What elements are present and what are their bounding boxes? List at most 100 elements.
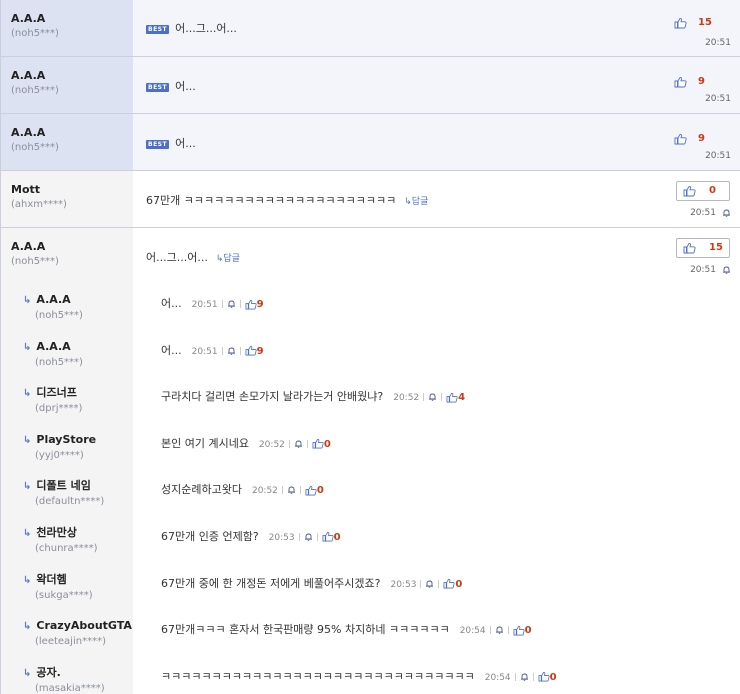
like-count: 9 — [256, 299, 264, 310]
author-id: (noh5***) — [11, 142, 59, 153]
reply-row: ↳ CrazyAboutGTA (leeteajin****) 67만개ㅋㅋㅋ 혼… — [1, 610, 740, 658]
thumbs-up-icon[interactable] — [538, 671, 550, 682]
like-count: 15 — [698, 17, 712, 28]
reply-row: ↳ 공자. (masakia****) ㅋㅋㅋㅋㅋㅋㅋㅋㅋㅋㅋㅋㅋㅋㅋㅋㅋㅋㅋㅋㅋ… — [1, 656, 740, 694]
author-id: (leeteajin****) — [35, 636, 106, 648]
author-nick[interactable]: Mott — [11, 183, 133, 197]
reply-row: ↳ 왁더헴 (sukga****) 67만개 중에 한 개정돈 저에게 베풀어주시… — [1, 563, 740, 612]
author-block: ↳ A.A.A (noh5***) — [1, 284, 133, 331]
thumbs-up-icon[interactable] — [245, 299, 257, 310]
report-bell-icon[interactable] — [227, 300, 236, 308]
thumbs-up-icon — [683, 185, 696, 197]
reply-text: 어... — [161, 297, 182, 310]
report-bell-icon[interactable] — [495, 626, 504, 634]
report-bell-icon[interactable] — [722, 266, 731, 274]
reply-content: 67만개 인증 언제함? 20:53 0 — [161, 517, 740, 564]
report-bell-icon[interactable] — [425, 580, 434, 588]
like-button[interactable]: 15 — [676, 238, 730, 258]
report-bell-icon[interactable] — [722, 209, 731, 217]
comment-time: 20:51 — [690, 208, 716, 218]
reply-text: 성지순례하고왓다 — [161, 483, 242, 497]
author-block: ↳ CrazyAboutGTA (leeteajin****) — [1, 610, 133, 657]
author-block: A.A.A (noh5***) — [1, 228, 133, 284]
author-block: ↳ 디폴트 네임 (defaultn****) — [1, 470, 133, 517]
reply-row: ↳ 천라만상 (chunra****) 67만개 인증 언제함? 20:53 0 — [1, 516, 740, 565]
author-nick[interactable]: A.A.A — [11, 12, 133, 26]
thumbs-up-icon — [674, 76, 687, 88]
like-count: 0 — [455, 578, 463, 590]
thumbs-up-icon[interactable] — [446, 392, 458, 403]
author-nick[interactable]: A.A.A — [11, 69, 133, 83]
author-block: ↳ 공자. (masakia****) — [1, 656, 133, 694]
thumbs-up-icon[interactable] — [513, 625, 525, 636]
thumbs-up-icon — [674, 17, 687, 29]
author-nick[interactable]: 왁더헴 — [36, 573, 66, 586]
like-count: 15 — [709, 242, 723, 253]
reply-content: 성지순례하고왓다 20:52 0 — [161, 470, 740, 517]
like-button[interactable]: 9 — [666, 73, 722, 93]
thumbs-up-icon[interactable] — [312, 438, 324, 449]
reply-arrow-icon: ↳ — [23, 434, 32, 446]
like-count: 0 — [709, 185, 716, 196]
reply-time: 20:52 — [258, 439, 285, 450]
comment-time: 20:51 — [705, 38, 731, 48]
author-nick[interactable]: 디즈너프 — [36, 386, 76, 399]
report-bell-icon[interactable] — [428, 393, 437, 401]
author-nick[interactable]: PlayStore — [36, 433, 96, 446]
thumbs-up-icon[interactable] — [245, 345, 257, 356]
author-nick[interactable]: 디폴트 네임 — [36, 479, 90, 492]
author-id: (noh5***) — [11, 85, 59, 96]
report-bell-icon[interactable] — [287, 486, 296, 495]
report-bell-icon[interactable] — [294, 440, 303, 448]
reply-content: 어... 20:51 9 — [161, 284, 740, 331]
author-block: A.A.A (noh5***) — [1, 57, 133, 113]
author-nick[interactable]: CrazyAboutGTA — [36, 619, 132, 632]
author-nick[interactable]: A.A.A — [36, 293, 70, 306]
author-block: ↳ 디즈너프 (dprj****) — [1, 377, 133, 424]
reply-time: 20:54 — [459, 626, 486, 637]
report-bell-icon[interactable] — [520, 673, 529, 681]
comment-content: 어...그...어... ↳답글 — [146, 228, 740, 284]
like-count: 0 — [333, 531, 341, 543]
reply-link[interactable]: ↳답글 — [216, 254, 240, 264]
comment-list: A.A.A (noh5***) BEST 어...그...어... 15 20:5… — [0, 0, 740, 694]
reply-arrow-icon: ↳ — [23, 621, 32, 633]
best-comment-row: A.A.A (noh5***) BEST 어...그...어... 15 20:5… — [1, 0, 740, 57]
like-button[interactable]: 0 — [676, 181, 730, 201]
reply-row: ↳ A.A.A (noh5***) 어... 20:51 9 — [1, 284, 740, 332]
author-block: ↳ 천라만상 (chunra****) — [1, 516, 133, 564]
report-bell-icon[interactable] — [227, 347, 236, 355]
comment-content: BEST 어...그...어... — [146, 0, 740, 56]
like-count: 9 — [698, 76, 705, 87]
thumbs-up-icon[interactable] — [443, 578, 455, 589]
reply-content: 본인 여기 계시네요 20:52 0 — [161, 424, 740, 471]
comment-text: 67만개 ㅋㅋㅋㅋㅋㅋㅋㅋㅋㅋㅋㅋㅋㅋㅋㅋㅋㅋㅋㅋㅋ — [146, 194, 397, 207]
comment-content: BEST 어... — [146, 57, 740, 113]
reply-link[interactable]: ↳답글 — [404, 197, 428, 207]
reply-time: 20:51 — [191, 300, 218, 310]
author-id: (dprj****) — [35, 403, 83, 415]
author-id: (masakia****) — [35, 682, 105, 694]
thumbs-up-icon[interactable] — [305, 485, 317, 496]
like-button[interactable]: 9 — [666, 130, 722, 150]
like-button[interactable]: 15 — [666, 14, 722, 34]
author-nick[interactable]: A.A.A — [11, 240, 133, 254]
like-count: 0 — [323, 438, 331, 450]
author-id: (noh5***) — [35, 310, 83, 321]
best-comment-row: A.A.A (noh5***) BEST 어... 9 20:51 — [1, 114, 740, 171]
author-nick[interactable]: A.A.A — [11, 126, 133, 140]
author-id: (sukga****) — [35, 589, 93, 601]
comment-content: 67만개 ㅋㅋㅋㅋㅋㅋㅋㅋㅋㅋㅋㅋㅋㅋㅋㅋㅋㅋㅋㅋㅋ ↳답글 — [146, 171, 740, 227]
author-nick[interactable]: 공자. — [36, 666, 60, 679]
reply-row: ↳ A.A.A (noh5***) 어... 20:51 9 — [1, 330, 740, 379]
author-nick[interactable]: 천라만상 — [36, 526, 76, 539]
report-bell-icon[interactable] — [304, 533, 313, 541]
thumbs-up-icon[interactable] — [322, 531, 334, 542]
reply-arrow-icon: ↳ — [23, 295, 32, 306]
author-block: ↳ PlayStore (yyj0****) — [1, 423, 133, 471]
comment-text: 어...그...어... — [175, 22, 237, 35]
comment-time: 20:51 — [690, 265, 716, 275]
author-id: (yyj0****) — [35, 449, 84, 461]
author-id: (noh5***) — [11, 256, 59, 267]
author-nick[interactable]: A.A.A — [36, 340, 70, 353]
